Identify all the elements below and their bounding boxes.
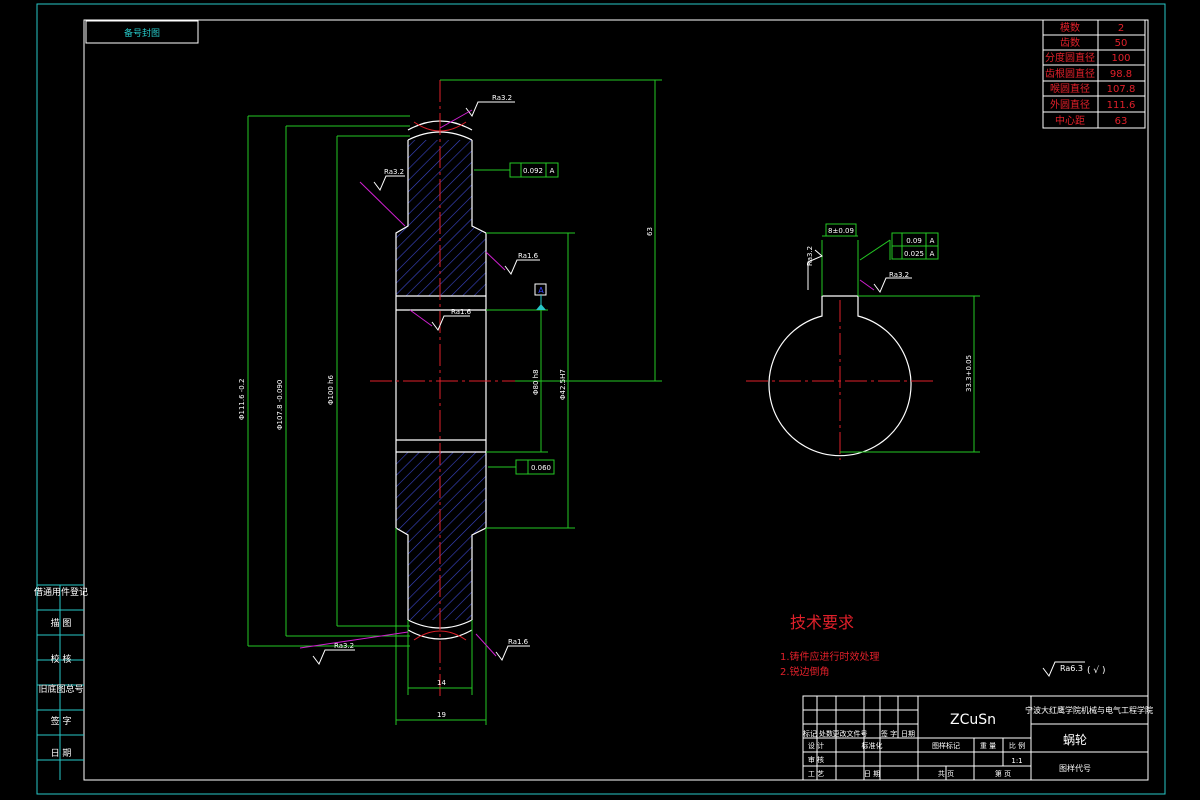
param-table: 模数 2 齿数 50 分度圆直径 100 齿根圆直径 98.8 喉圆直径 107… bbox=[1042, 19, 1146, 129]
tb-sheet-right: 第 页 bbox=[995, 769, 1011, 778]
datum-marker: A bbox=[534, 283, 547, 310]
parallel-datum: A bbox=[930, 237, 935, 245]
symmetry-value: 0.025 bbox=[904, 250, 924, 258]
ra-bore: Ra1.6 bbox=[451, 308, 472, 316]
side-view: 8±0.09 33.3+0.05 0.09 A 0.025 A Ra3.2 Ra… bbox=[746, 223, 980, 460]
ra-bottom-right: Ra1.6 bbox=[508, 638, 529, 646]
ra-general-suffix: ( √ ) bbox=[1087, 665, 1105, 676]
ra-keyway: Ra3.2 bbox=[806, 246, 814, 266]
ra-bottom-left: Ra3.2 bbox=[334, 642, 354, 650]
left-label-4: 签 字 bbox=[51, 715, 72, 727]
tech-req-item-0: 1.铸件应进行时效处理 bbox=[780, 650, 880, 663]
tb-school: 宁波大红鹰学院机械与电气工程学院 bbox=[1025, 705, 1153, 715]
tb-drawing-no: 图样代号 bbox=[1059, 763, 1091, 773]
symmetry-datum: A bbox=[930, 250, 935, 258]
ra-left: Ra3.2 bbox=[384, 168, 404, 176]
tb-weight-label: 重 量 bbox=[980, 742, 996, 750]
section-view: Φ111.6 -0.2 Φ107.8 -0.090 Φ100 h6 Φ80 h8… bbox=[238, 79, 662, 725]
tb-row-label-4: 日期 bbox=[901, 730, 915, 738]
tb-row-label-1: 处数 bbox=[819, 729, 833, 738]
tb-review: 审 核 bbox=[808, 755, 824, 764]
param-name-6: 中心距 bbox=[1055, 114, 1085, 127]
ra-mid-right: Ra1.6 bbox=[518, 252, 539, 260]
dim-hub: Φ80 h8 bbox=[532, 369, 540, 395]
dim-outer: Φ111.6 -0.2 bbox=[238, 379, 246, 420]
left-label-1: 描 图 bbox=[51, 617, 72, 629]
param-value-3: 98.8 bbox=[1110, 69, 1132, 80]
cad-drawing: 备号封图 借通用件登记 描 图 校 核 旧底图总号 签 字 日 期 模数 2 齿… bbox=[34, 3, 1166, 795]
tb-process: 工 艺 bbox=[808, 770, 824, 778]
tb-standardize: 标准化 bbox=[862, 741, 883, 750]
tech-requirements: 技术要求 1.铸件应进行时效处理 2.锐边倒角 bbox=[780, 613, 880, 678]
ra-top: Ra3.2 bbox=[492, 94, 512, 102]
param-value-5: 111.6 bbox=[1107, 100, 1136, 111]
dim-center-distance: 63 bbox=[646, 227, 654, 236]
tb-stage-label: 图样标记 bbox=[932, 741, 960, 750]
param-name-4: 喉圆直径 bbox=[1050, 82, 1090, 95]
top-left-label: 备号封图 bbox=[124, 27, 160, 39]
ra-general: Ra6.3 bbox=[1060, 664, 1083, 673]
param-name-2: 分度圆直径 bbox=[1045, 51, 1095, 64]
param-name-1: 齿数 bbox=[1060, 36, 1080, 49]
param-value-6: 63 bbox=[1115, 116, 1128, 127]
dim-root: Φ100 h6 bbox=[327, 374, 335, 405]
dim-width-inner: 14 bbox=[437, 679, 446, 687]
outer-frame bbox=[36, 3, 1166, 795]
param-name-0: 模数 bbox=[1060, 21, 1080, 34]
param-name-5: 外圆直径 bbox=[1050, 98, 1090, 111]
tech-req-title: 技术要求 bbox=[790, 613, 854, 632]
tb-scale: 1:1 bbox=[1011, 757, 1022, 765]
left-column-labels: 借通用件登记 描 图 校 核 旧底图总号 签 字 日 期 bbox=[34, 586, 88, 759]
tb-material: ZCuSn bbox=[950, 712, 996, 728]
tb-row-label-0: 标记 bbox=[803, 729, 817, 738]
key-depth: 33.3+0.05 bbox=[965, 355, 973, 392]
param-value-2: 100 bbox=[1111, 53, 1130, 64]
tb-design: 设 计 bbox=[808, 741, 824, 750]
left-label-0: 借通用件登记 bbox=[34, 586, 88, 598]
ra-keyway-side: Ra3.2 bbox=[889, 271, 909, 279]
parallel-frame: 0.09 A bbox=[891, 232, 939, 247]
tb-row-label-3: 签 字 bbox=[881, 729, 897, 738]
param-value-1: 50 bbox=[1115, 38, 1128, 49]
dim-bore: Φ42.5H7 bbox=[559, 369, 567, 400]
tb-part-name: 蜗轮 bbox=[1063, 732, 1087, 747]
left-label-3: 旧底图总号 bbox=[38, 683, 83, 695]
general-roughness: Ra6.3 ( √ ) bbox=[1042, 661, 1105, 677]
tech-req-item-1: 2.锐边倒角 bbox=[780, 665, 830, 678]
dim-width-outer: 19 bbox=[437, 711, 446, 719]
dim-throat: Φ107.8 -0.090 bbox=[276, 380, 284, 430]
perp-frame-bottom: 0.060 bbox=[488, 459, 555, 475]
param-name-3: 齿根圆直径 bbox=[1045, 67, 1095, 80]
runout-datum: A bbox=[550, 167, 555, 175]
runout-value: 0.092 bbox=[523, 167, 543, 175]
parallel-value: 0.09 bbox=[906, 237, 922, 245]
param-value-0: 2 bbox=[1118, 23, 1124, 34]
tb-scale-label: 比 例 bbox=[1009, 741, 1025, 750]
left-label-5: 日 期 bbox=[51, 748, 72, 759]
perp-value: 0.060 bbox=[531, 464, 551, 472]
tb-row-label-2: 更改文件号 bbox=[833, 729, 868, 738]
key-width: 8±0.09 bbox=[828, 227, 854, 235]
param-value-4: 107.8 bbox=[1107, 84, 1136, 95]
runout-frame-top: 0.092 A bbox=[474, 162, 559, 178]
tb-date: 日 期 bbox=[864, 770, 880, 778]
top-left-label-box: 备号封图 bbox=[85, 20, 199, 44]
tb-sheet-left: 共 页 bbox=[938, 769, 954, 778]
datum-label: A bbox=[538, 286, 544, 295]
left-label-2: 校 核 bbox=[51, 653, 72, 665]
symmetry-frame: 0.025 A bbox=[891, 245, 939, 260]
